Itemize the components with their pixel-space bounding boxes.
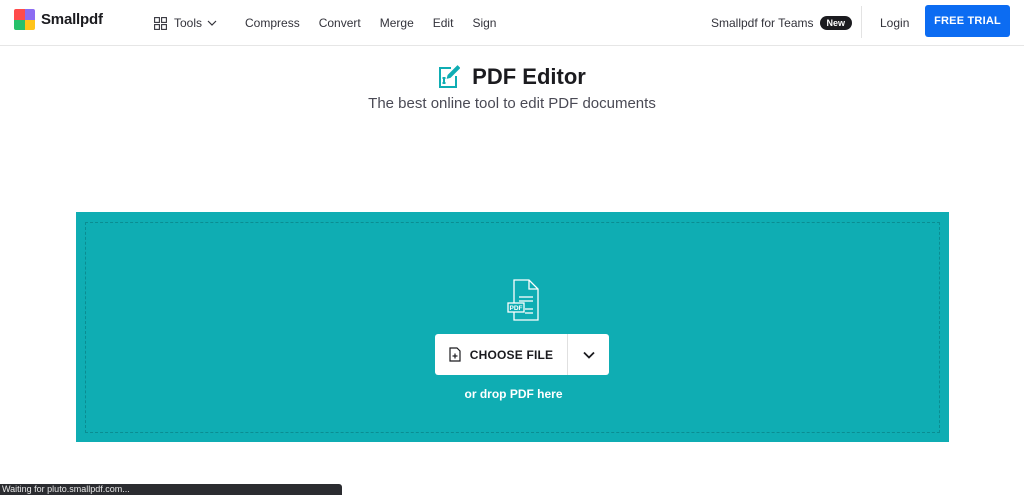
choose-file-group: CHOOSE FILE	[435, 334, 609, 375]
choose-file-options-button[interactable]	[568, 334, 609, 375]
browser-status-bar: Waiting for pluto.smallpdf.com...	[0, 484, 342, 495]
nav-link-sign[interactable]: Sign	[472, 16, 496, 30]
tools-label: Tools	[174, 16, 203, 30]
smallpdf-teams-link[interactable]: Smallpdf for Teams New	[711, 0, 853, 46]
top-header: Smallpdf Tools Compress Convert Merge Ed…	[0, 0, 1024, 46]
brand-name: Smallpdf	[41, 11, 103, 28]
drop-hint-text: or drop PDF here	[464, 387, 563, 401]
nav-link-convert[interactable]: Convert	[319, 16, 361, 30]
page-title-row: PDF Editor	[0, 64, 1024, 90]
tools-menu-button[interactable]: Tools	[154, 16, 217, 30]
nav-link-merge[interactable]: Merge	[380, 16, 414, 30]
page-title: PDF Editor	[472, 64, 586, 89]
free-trial-button[interactable]: FREE TRIAL	[925, 5, 1010, 37]
chevron-down-icon	[207, 20, 217, 26]
smallpdf-logo-icon	[14, 9, 35, 30]
file-dropzone[interactable]: PDF CHOOSE FILE or drop PDF here	[76, 212, 949, 442]
page-subtitle: The best online tool to edit PDF documen…	[368, 95, 656, 112]
pdf-editor-icon	[439, 65, 461, 88]
chevron-down-icon	[582, 351, 595, 359]
login-link[interactable]: Login	[880, 0, 909, 46]
smallpdf-logo[interactable]: Smallpdf	[14, 9, 103, 30]
file-plus-icon	[449, 347, 461, 362]
header-divider	[861, 6, 862, 38]
new-badge: New	[819, 16, 853, 30]
pdf-badge-text: PDF	[510, 305, 523, 312]
pdf-file-icon: PDF	[507, 279, 539, 321]
dropzone-dashed-area[interactable]: PDF CHOOSE FILE or drop PDF here	[85, 222, 940, 433]
choose-file-button[interactable]: CHOOSE FILE	[435, 334, 567, 375]
nav-link-edit[interactable]: Edit	[433, 16, 454, 30]
grid-icon	[154, 16, 167, 30]
nav-link-compress[interactable]: Compress	[245, 16, 300, 30]
choose-file-label: CHOOSE FILE	[469, 347, 554, 362]
teams-label: Smallpdf for Teams	[711, 16, 814, 30]
main-nav: Tools Compress Convert Merge Edit Sign	[154, 0, 515, 46]
